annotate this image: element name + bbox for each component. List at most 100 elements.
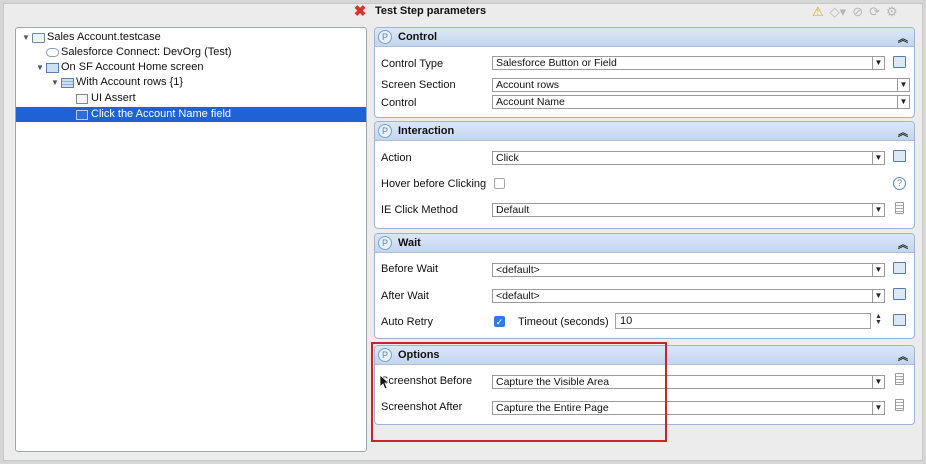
tag-icon[interactable]: ◇▾ bbox=[830, 5, 847, 19]
warning-icon[interactable]: ⚠ bbox=[812, 5, 824, 19]
tree-item-connect[interactable]: Salesforce Connect: DevOrg (Test) bbox=[35, 45, 232, 60]
hover-label: Hover before Clicking bbox=[381, 178, 487, 190]
refresh-icon[interactable]: ⟳ bbox=[869, 5, 880, 19]
settings-icon[interactable]: ⚙ bbox=[886, 5, 898, 19]
cloud-icon bbox=[45, 47, 59, 59]
select-value: Capture the Visible Area bbox=[496, 376, 610, 388]
before-wait-select[interactable]: <default> ▼ bbox=[492, 263, 885, 277]
screen-icon bbox=[45, 62, 59, 74]
assert-icon bbox=[75, 93, 89, 105]
section-header[interactable]: P Control ︽ bbox=[375, 28, 914, 47]
dropdown-arrow-icon[interactable]: ▼ bbox=[872, 376, 884, 388]
action-select[interactable]: Click ▼ bbox=[492, 151, 885, 165]
tree-item-label: On SF Account Home screen bbox=[61, 61, 204, 73]
variable-icon[interactable] bbox=[895, 399, 904, 411]
screenshot-after-label: Screenshot After bbox=[381, 401, 463, 413]
dropdown-arrow-icon[interactable]: ▼ bbox=[872, 57, 884, 69]
dropdown-arrow-icon[interactable]: ▼ bbox=[872, 290, 884, 302]
after-wait-select[interactable]: <default> ▼ bbox=[492, 289, 885, 303]
select-value: Default bbox=[496, 204, 530, 216]
section-title: Wait bbox=[398, 237, 421, 249]
tree-item-label: With Account rows {1} bbox=[76, 76, 183, 88]
close-icon[interactable]: ✖ bbox=[353, 4, 367, 19]
variable-icon[interactable] bbox=[895, 373, 904, 385]
section-title: Interaction bbox=[398, 125, 455, 137]
control-select[interactable]: Account Name ▼ bbox=[492, 95, 910, 109]
ie-click-select[interactable]: Default ▼ bbox=[492, 203, 885, 217]
section-header[interactable]: P Interaction ︽ bbox=[375, 122, 914, 141]
input-value: 10 bbox=[620, 315, 633, 327]
screen-section-label: Screen Section bbox=[381, 79, 456, 91]
mouse-cursor-icon bbox=[380, 375, 390, 389]
test-case-tree[interactable]: ▼ Sales Account.testcase Salesforce Conn… bbox=[15, 27, 367, 452]
parameter-icon: P bbox=[378, 124, 392, 138]
panel-title: Test Step parameters bbox=[375, 5, 487, 17]
screenshot-after-select[interactable]: Capture the Entire Page ▼ bbox=[492, 401, 885, 415]
hover-checkbox[interactable] bbox=[494, 178, 505, 189]
tree-item-label: Salesforce Connect: DevOrg (Test) bbox=[61, 46, 232, 58]
parameter-icon: P bbox=[378, 348, 392, 362]
auto-retry-checkbox[interactable]: ✓ bbox=[494, 316, 505, 327]
tree-item-label: Sales Account.testcase bbox=[47, 31, 161, 43]
collapse-icon[interactable]: ︽ bbox=[898, 124, 908, 139]
edit-list-icon[interactable] bbox=[893, 56, 906, 68]
control-section: P Control ︽ Control Type Salesforce Butt… bbox=[374, 27, 915, 118]
wait-section: P Wait ︽ Before Wait <default> ▼ After W… bbox=[374, 233, 915, 339]
control-type-label: Control Type bbox=[381, 58, 444, 70]
control-label: Control bbox=[381, 97, 417, 109]
action-label: Action bbox=[381, 152, 412, 164]
section-title: Options bbox=[398, 349, 440, 361]
toolbar: ⚠ ◇▾ ⊘ ⟳ ⚙ bbox=[812, 5, 898, 19]
collapse-icon[interactable]: ︽ bbox=[898, 236, 908, 251]
screen-section-select[interactable]: Account rows ▼ bbox=[492, 78, 910, 92]
timeout-input[interactable]: 10 bbox=[615, 313, 871, 329]
dropdown-arrow-icon[interactable]: ▼ bbox=[872, 152, 884, 164]
tree-item-testcase[interactable]: ▼ Sales Account.testcase bbox=[21, 30, 161, 45]
dropdown-arrow-icon[interactable]: ▼ bbox=[897, 79, 909, 91]
variable-icon[interactable] bbox=[895, 202, 904, 214]
control-type-select[interactable]: Salesforce Button or Field ▼ bbox=[492, 56, 885, 70]
table-icon bbox=[60, 77, 74, 89]
select-value: Capture the Entire Page bbox=[496, 402, 609, 414]
select-value: Salesforce Button or Field bbox=[496, 57, 617, 69]
select-value: Account Name bbox=[496, 96, 565, 108]
help-icon[interactable]: ? bbox=[893, 177, 906, 190]
tree-item-rows[interactable]: ▼ With Account rows {1} bbox=[50, 75, 183, 90]
options-section: P Options ︽ Screenshot Before Capture th… bbox=[374, 345, 915, 425]
tree-item-screen[interactable]: ▼ On SF Account Home screen bbox=[35, 60, 203, 75]
testcase-icon bbox=[31, 32, 45, 44]
expand-toggle-icon[interactable]: ▼ bbox=[50, 75, 60, 90]
select-value: <default> bbox=[496, 264, 540, 276]
tree-item-click[interactable]: Click the Account Name field bbox=[16, 107, 366, 122]
link-icon[interactable]: ⊘ bbox=[852, 5, 863, 19]
timeout-label: Timeout (seconds) bbox=[518, 316, 609, 328]
parameter-icon: P bbox=[378, 236, 392, 250]
dropdown-arrow-icon[interactable]: ▼ bbox=[872, 402, 884, 414]
select-value: Account rows bbox=[496, 79, 560, 91]
dropdown-arrow-icon[interactable]: ▼ bbox=[872, 204, 884, 216]
screenshot-before-select[interactable]: Capture the Visible Area ▼ bbox=[492, 375, 885, 389]
interaction-section: P Interaction ︽ Action Click ▼ Hover bef… bbox=[374, 121, 915, 229]
click-icon bbox=[75, 109, 89, 121]
collapse-icon[interactable]: ︽ bbox=[898, 348, 908, 363]
parameter-icon: P bbox=[378, 30, 392, 44]
before-wait-label: Before Wait bbox=[381, 263, 439, 275]
spinner-icon[interactable]: ▲ ▼ bbox=[874, 313, 883, 326]
section-header[interactable]: P Options ︽ bbox=[375, 346, 914, 365]
expand-toggle-icon[interactable]: ▼ bbox=[35, 60, 45, 75]
edit-list-icon[interactable] bbox=[893, 314, 906, 326]
edit-list-icon[interactable] bbox=[893, 150, 906, 162]
expand-toggle-icon[interactable]: ▼ bbox=[21, 30, 31, 45]
edit-list-icon[interactable] bbox=[893, 262, 906, 274]
tree-item-ui-assert[interactable]: UI Assert bbox=[75, 91, 136, 106]
ie-click-label: IE Click Method bbox=[381, 204, 459, 216]
tree-item-label: UI Assert bbox=[91, 92, 136, 104]
select-value: <default> bbox=[496, 290, 540, 302]
dropdown-arrow-icon[interactable]: ▼ bbox=[872, 264, 884, 276]
section-header[interactable]: P Wait ︽ bbox=[375, 234, 914, 253]
screenshot-before-label: Screenshot Before bbox=[381, 375, 473, 387]
collapse-icon[interactable]: ︽ bbox=[898, 30, 908, 45]
after-wait-label: After Wait bbox=[381, 290, 429, 302]
edit-list-icon[interactable] bbox=[893, 288, 906, 300]
dropdown-arrow-icon[interactable]: ▼ bbox=[897, 96, 909, 108]
